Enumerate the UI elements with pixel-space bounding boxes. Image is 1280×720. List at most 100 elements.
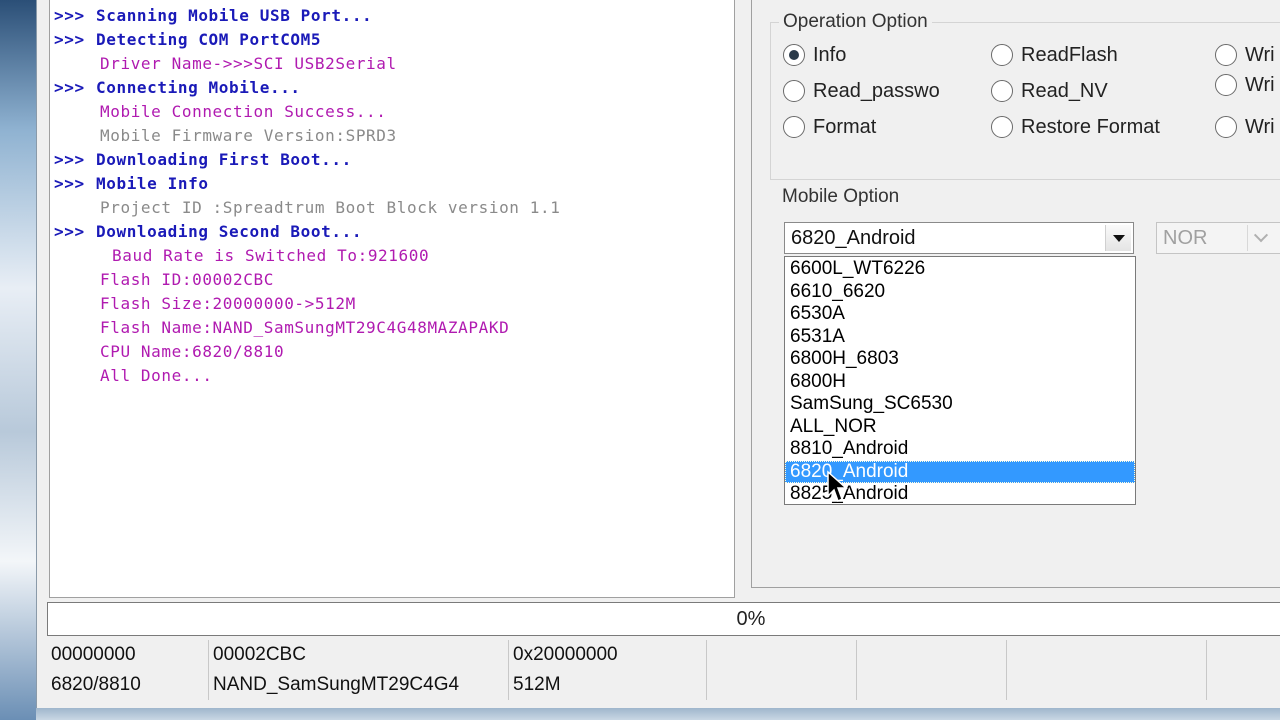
- flash-tool-window: >>> Scanning Mobile USB Port... >>> Detect…: [36, 0, 1280, 714]
- dropdown-item[interactable]: 6610_6620: [785, 281, 1135, 304]
- radio-circle-icon: [991, 44, 1013, 66]
- mobile-option-title: Mobile Option: [778, 186, 904, 208]
- status-row: 00000000 00002CBC 0x20000000: [47, 640, 1280, 670]
- radio-label: Format: [813, 115, 877, 138]
- desktop-wallpaper: [0, 0, 40, 720]
- log-line: Flash ID:00002CBC: [50, 268, 734, 292]
- dropdown-item[interactable]: 6531A: [785, 326, 1135, 349]
- radio-format[interactable]: Format: [783, 114, 876, 140]
- status-cell: [1207, 670, 1280, 700]
- log-prompt: >>>: [54, 222, 85, 241]
- log-line: Baud Rate is Switched To:921600: [50, 244, 734, 268]
- progress-bar: 0%: [47, 602, 1280, 636]
- status-cell: [1007, 640, 1207, 670]
- status-row: 6820/8810 NAND_SamSungMT29C4G4 512M: [47, 670, 1280, 700]
- radio-write-3[interactable]: Wri: [1215, 114, 1275, 140]
- radio-label: Read_passwo: [813, 79, 940, 102]
- log-text: Downloading Second Boot...: [96, 222, 363, 241]
- mobile-model-dropdown-list[interactable]: 6600L_WT6226 6610_6620 6530A 6531A 6800H…: [784, 256, 1136, 505]
- radio-read-nv[interactable]: Read_NV: [991, 78, 1108, 104]
- radio-dot-icon: [789, 50, 799, 60]
- mobile-model-select[interactable]: 6820_Android: [784, 222, 1134, 254]
- flash-type-value: NOR: [1163, 226, 1208, 249]
- log-line: >>> Mobile Info: [50, 172, 734, 196]
- chevron-down-icon: [1253, 228, 1268, 243]
- radio-circle-icon: [991, 116, 1013, 138]
- log-text: Connecting Mobile...: [96, 78, 301, 97]
- log-text: Detecting COM PortCOM5: [96, 30, 322, 49]
- dropdown-item[interactable]: 6600L_WT6226: [785, 258, 1135, 281]
- operation-option-group: Operation Option Info ReadFlash Wri Read…: [770, 11, 1280, 180]
- status-cell: [1207, 640, 1280, 670]
- log-prompt: >>>: [54, 174, 85, 193]
- dropdown-item[interactable]: 6530A: [785, 303, 1135, 326]
- status-cell: [707, 640, 857, 670]
- log-line: Mobile Firmware Version:SPRD3: [50, 124, 734, 148]
- log-prompt: >>>: [54, 30, 85, 49]
- log-line: Mobile Connection Success...: [50, 100, 734, 124]
- radio-circle-icon: [783, 116, 805, 138]
- dropdown-arrow-button[interactable]: [1247, 225, 1273, 251]
- window-frame-bottom: [36, 708, 1280, 720]
- log-line: CPU Name:6820/8810: [50, 340, 734, 364]
- status-cell: [707, 670, 857, 700]
- radio-write-2[interactable]: Wri: [1215, 72, 1275, 98]
- flash-type-select[interactable]: NOR: [1156, 222, 1280, 254]
- log-text: Scanning Mobile USB Port...: [96, 6, 373, 25]
- radio-restore-format[interactable]: Restore Format: [991, 114, 1160, 140]
- operation-option-title: Operation Option: [779, 11, 932, 33]
- log-line: Driver Name->>>SCI USB2Serial: [50, 52, 734, 76]
- dropdown-item[interactable]: ALL_NOR: [785, 416, 1135, 439]
- radio-label: Wri: [1245, 73, 1275, 96]
- log-text: All Done...: [100, 366, 213, 385]
- log-text: Flash ID:00002CBC: [100, 270, 274, 289]
- dropdown-item[interactable]: 6800H: [785, 371, 1135, 394]
- log-text: CPU Name:6820/8810: [100, 342, 285, 361]
- log-line: >>> Downloading First Boot...: [50, 148, 734, 172]
- log-text: Project ID :Spreadtrum Boot Block versio…: [100, 198, 561, 217]
- radio-readflash[interactable]: ReadFlash: [991, 42, 1118, 68]
- dropdown-item[interactable]: SamSung_SC6530: [785, 393, 1135, 416]
- radio-info[interactable]: Info: [783, 42, 846, 68]
- radio-label: Info: [813, 43, 847, 66]
- mobile-model-value: 6820_Android: [791, 226, 916, 249]
- log-line: >>> Detecting COM PortCOM5: [50, 28, 734, 52]
- status-cell: 512M: [509, 670, 707, 700]
- radio-label: ReadFlash: [1021, 43, 1118, 66]
- status-cell: [1007, 670, 1207, 700]
- dropdown-arrow-button[interactable]: [1105, 225, 1131, 251]
- log-prompt: >>>: [54, 6, 85, 25]
- dropdown-item[interactable]: 6800H_6803: [785, 348, 1135, 371]
- radio-circle-icon: [783, 80, 805, 102]
- dropdown-item[interactable]: 8810_Android: [785, 438, 1135, 461]
- radio-label: Wri: [1245, 115, 1275, 138]
- radio-circle-icon: [1215, 74, 1237, 96]
- progress-label: 0%: [736, 607, 766, 630]
- radio-label: Read_NV: [1021, 79, 1108, 102]
- log-text: Flash Name:NAND_SamSungMT29C4G48MAZAPAKD: [100, 318, 510, 337]
- log-text: Driver Name->>>SCI USB2Serial: [100, 54, 397, 73]
- log-line: Project ID :Spreadtrum Boot Block versio…: [50, 196, 734, 220]
- chevron-down-icon: [1112, 234, 1125, 242]
- status-cell: 00000000: [47, 640, 209, 670]
- log-text: Mobile Info: [96, 174, 209, 193]
- radio-circle-icon: [991, 80, 1013, 102]
- status-cell: NAND_SamSungMT29C4G4: [209, 670, 509, 700]
- log-line: Flash Name:NAND_SamSungMT29C4G48MAZAPAKD: [50, 316, 734, 340]
- log-text: Downloading First Boot...: [96, 150, 352, 169]
- radio-label: Restore Format: [1021, 115, 1160, 138]
- status-bar: 00000000 00002CBC 0x20000000 6820/8810 N…: [47, 640, 1280, 704]
- log-line: >>> Connecting Mobile...: [50, 76, 734, 100]
- log-prompt: >>>: [54, 150, 85, 169]
- radio-circle-icon: [1215, 44, 1237, 66]
- status-cell: 00002CBC: [209, 640, 509, 670]
- log-pane[interactable]: >>> Scanning Mobile USB Port... >>> Detect…: [49, 0, 735, 598]
- log-line: All Done...: [50, 364, 734, 388]
- radio-write-1[interactable]: Wri: [1215, 42, 1275, 68]
- radio-read-password[interactable]: Read_passwo: [783, 78, 940, 104]
- status-cell: [857, 640, 1007, 670]
- radio-circle-icon: [783, 44, 805, 66]
- radio-label: Wri: [1245, 43, 1275, 66]
- log-text: Baud Rate is Switched To:921600: [112, 246, 430, 265]
- log-text: Mobile Firmware Version:SPRD3: [100, 126, 397, 145]
